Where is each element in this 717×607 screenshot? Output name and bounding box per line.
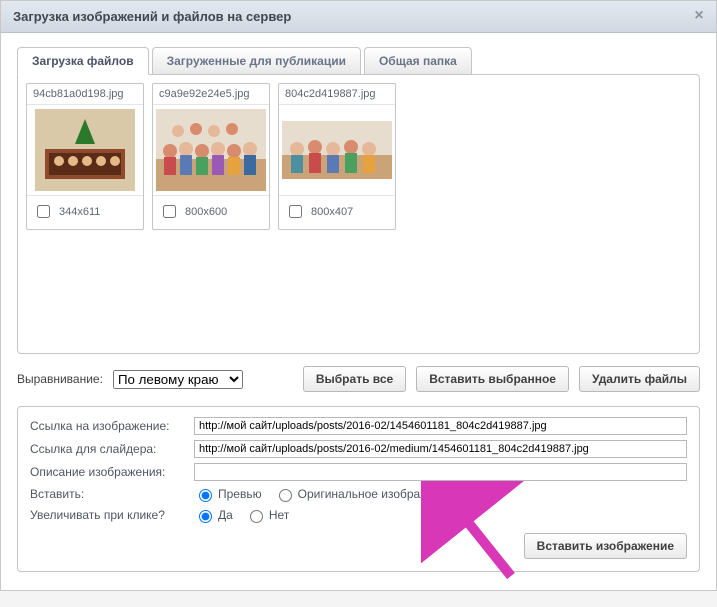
slider-link-label: Ссылка для слайдера: [30,442,188,456]
thumbnail-dimensions: 800x407 [311,206,353,218]
insert-preview-option[interactable]: Превью [194,486,262,502]
thumbnail-dimensions: 344x611 [59,206,100,218]
description-input[interactable] [194,463,687,481]
insert-original-option[interactable]: Оригинальное изображение [274,486,455,502]
thumbnail-card[interactable]: c9a9e92e24e5.jpg [152,83,270,230]
thumbnail-checkbox[interactable] [37,205,50,218]
enlarge-yes-option[interactable]: Да [194,507,233,523]
thumbnail-image [27,105,143,195]
image-link-label: Ссылка на изображение: [30,419,188,433]
upload-dialog: Загрузка изображений и файлов на сервер … [0,0,717,591]
original-radio[interactable] [279,489,292,502]
insert-mode-label: Вставить: [30,487,188,501]
slider-link-input[interactable] [194,440,687,458]
thumbnail-card[interactable]: 804c2d419887.jpg [278,83,396,230]
description-label: Описание изображения: [30,465,188,479]
image-link-input[interactable] [194,417,687,435]
thumbnail-checkbox[interactable] [163,205,176,218]
insert-selected-button[interactable]: Вставить выбранное [416,366,569,392]
insert-mode-group: Превью Оригинальное изображение [194,486,455,502]
thumbnail-card[interactable]: 94cb81a0d198.jpg [26,83,144,230]
close-icon[interactable]: × [690,7,708,25]
thumbnail-filename: c9a9e92e24e5.jpg [153,84,269,105]
tabs: Загрузка файлов Загруженные для публикац… [17,47,700,75]
insert-image-button[interactable]: Вставить изображение [524,533,687,559]
align-select[interactable]: По левому краю По центру По правому краю [113,370,243,389]
align-label: Выравнивание: [17,372,103,386]
thumbnail-filename: 94cb81a0d198.jpg [27,84,143,105]
dialog-body: Загрузка файлов Загруженные для публикац… [1,33,716,590]
thumbnail-grid: 94cb81a0d198.jpg [26,83,691,230]
enlarge-label: Увеличивать при клике? [30,508,188,522]
preview-radio[interactable] [199,489,212,502]
thumbnail-image [279,105,395,195]
tab-shared-folder[interactable]: Общая папка [364,47,472,75]
delete-files-button[interactable]: Удалить файлы [579,366,700,392]
enlarge-no-radio[interactable] [250,510,263,523]
thumbnail-dimensions: 800x600 [185,206,227,218]
tab-upload-files[interactable]: Загрузка файлов [17,47,149,75]
thumbnail-image [153,105,269,195]
dialog-header: Загрузка изображений и файлов на сервер … [1,1,716,33]
thumbnail-filename: 804c2d419887.jpg [279,84,395,105]
select-all-button[interactable]: Выбрать все [303,366,406,392]
image-options-form: Ссылка на изображение: Ссылка для слайде… [17,406,700,572]
tab-uploaded-for-pub[interactable]: Загруженные для публикации [152,47,361,75]
action-row: Выравнивание: По левому краю По центру П… [17,366,700,392]
thumbnail-footer: 344x611 [27,195,143,229]
thumbnail-footer: 800x600 [153,195,269,229]
enlarge-yes-radio[interactable] [199,510,212,523]
dialog-title: Загрузка изображений и файлов на сервер [13,9,291,24]
thumbnail-checkbox[interactable] [289,205,302,218]
tab-panel: 94cb81a0d198.jpg [17,74,700,354]
enlarge-no-option[interactable]: Нет [245,507,289,523]
enlarge-group: Да Нет [194,507,289,523]
thumbnail-footer: 800x407 [279,195,395,229]
